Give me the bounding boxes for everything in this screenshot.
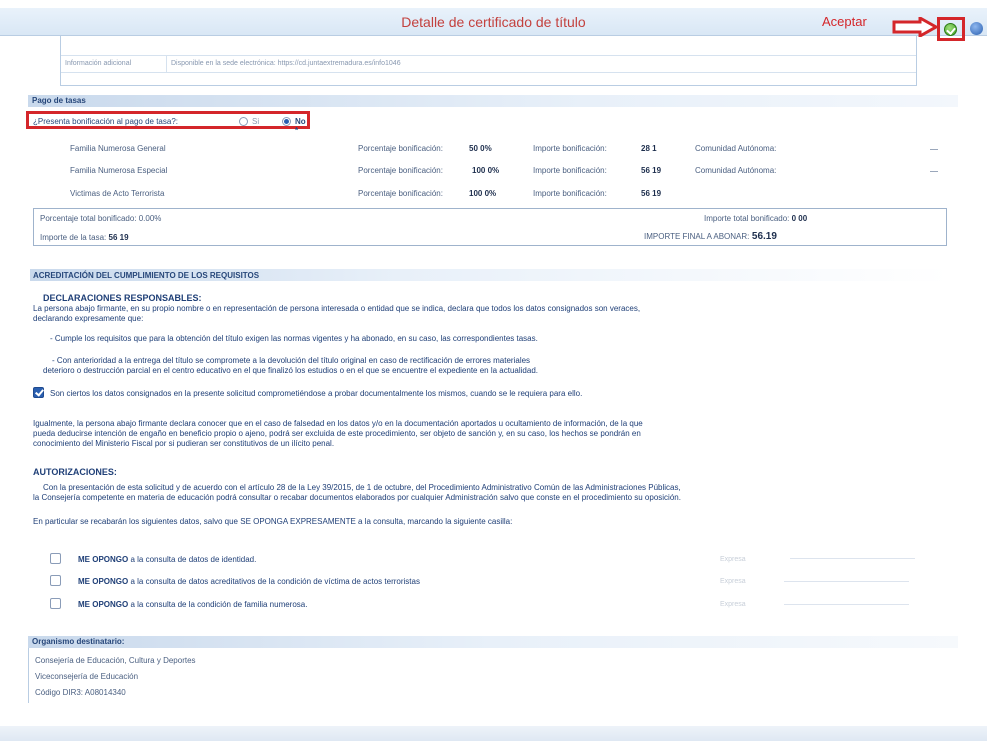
organismo-panel: Consejería de Educación, Cultura y Depor… [28,648,958,703]
imp-label: Importe bonificación: [533,144,607,153]
ca-dropdown-indicator[interactable] [930,171,938,172]
importe-total-value: 0 00 [791,214,808,223]
bonificacion-type-label: Victimas de Acto Terrorista [70,189,165,198]
importe-tasa-label: Importe de la tasa: 56 19 [40,233,129,242]
imp-label: Importe bonificación: [533,166,607,175]
pago-tasas-title: Pago de tasas [32,96,86,105]
organismo-dir3: Código DIR3: A08014340 [35,688,126,697]
declaraciones-intro-2: declarando expresamente que: [33,314,144,323]
oponer-prefix: ME OPONGO [78,555,129,564]
pct-value: 100 0% [472,166,500,175]
fecha-input[interactable] [784,593,909,605]
pct-value: 100 0% [469,189,497,198]
imp-value: 56 19 [641,166,662,175]
bonificacion-no-label: No * [295,117,306,135]
accept-button[interactable] [937,17,965,41]
importe-final-caption: IMPORTE FINAL A ABONAR: [644,232,750,241]
fecha-input[interactable] [784,570,909,582]
igualmente-text: pueda deducirse intención de engaño en b… [33,429,641,438]
acreditacion-title: ACREDITACIÓN DEL CUMPLIMIENTO DE LOS REQ… [33,271,260,280]
bonificacion-si-label: Si [252,117,260,126]
oponer-identidad-label: ME OPONGO a la consulta de datos de iden… [78,555,256,564]
pct-label: Porcentaje bonificación: [358,189,443,198]
ca-label: Comunidad Autónoma: [695,166,777,175]
additional-info-label: Información adicional [65,60,132,67]
declaracion-item-cont: deterioro o destrucción parcial en el ce… [43,366,538,375]
autorizaciones-text: En particular se recabarán los siguiente… [33,517,513,526]
organismo-consejeria: Consejería de Educación, Cultura y Depor… [35,656,196,665]
oponer-terrorismo-label: ME OPONGO a la consulta de datos acredit… [78,577,420,586]
organismo-viceconsejeria: Viceconsejería de Educación [35,672,139,681]
bonificacion-question-label: ¿Presenta bonificación al pago de tasa?: [33,117,178,126]
declaraciones-title: DECLARACIONES RESPONSABLES: [43,293,202,303]
oponer-familia-label: ME OPONGO a la consulta de la condición … [78,600,307,609]
pct-label: Porcentaje bonificación: [358,144,443,153]
fecha-label: Expresa [720,556,746,563]
totals-panel: Porcentaje total bonificado: 0.00% Impor… [33,208,947,246]
bonificacion-type-label: Familia Numerosa General [70,144,166,153]
additional-info-value: Disponible en la sede electrónica: https… [171,60,401,67]
declaraciones-intro: La persona abajo firmante, en su propio … [33,304,641,313]
igualmente-text: conocimiento del Ministerio Fiscal por s… [33,439,335,448]
check-circle-icon [944,23,957,36]
organismo-title: Organismo destinatario: [32,637,125,646]
bonificacion-no-radio[interactable] [282,117,291,126]
ca-label: Comunidad Autónoma: [695,144,777,153]
igualmente-text: Igualmente, la persona abajo firmante de… [33,419,643,428]
bonificacion-si-radio[interactable] [239,117,248,126]
importe-tasa-value: 56 19 [108,233,129,242]
divider [166,56,167,72]
oponer-text: a la consulta de la condición de familia… [130,600,308,609]
importe-tasa-caption: Importe de la tasa: [40,233,107,242]
ca-dropdown-indicator[interactable] [930,149,938,150]
additional-info-row: Información adicional Disponible en la s… [61,55,916,73]
bonificacion-type-label: Familia Numerosa Especial [70,166,168,175]
importe-total-caption: Importe total bonificado: [704,214,790,223]
title-bar: Detalle de certificado de título Aceptar [0,8,987,41]
declaracion-item: - Con anterioridad a la entrega del títu… [52,356,531,365]
organismo-header: Organismo destinatario: [28,636,958,648]
pct-label: Porcentaje bonificación: [358,166,443,175]
fecha-label: Expresa [720,601,746,608]
veracidad-checkbox[interactable] [33,387,44,398]
arrow-right-icon [892,17,938,37]
oponer-terrorismo-checkbox[interactable] [50,575,61,586]
veracidad-label: Son ciertos los datos consignados en la … [50,389,583,398]
bonificacion-row: Victimas de Acto Terrorista Porcentaje b… [70,189,950,203]
importe-final: IMPORTE FINAL A ABONAR: 56.19 [644,231,777,242]
oponer-prefix: ME OPONGO [78,577,129,586]
oponer-text: a la consulta de datos acreditativos de … [130,577,420,586]
footer-band [0,726,987,741]
imp-label: Importe bonificación: [533,189,607,198]
importe-total-label: Importe total bonificado: 0 00 [704,214,807,223]
oponer-text: a la consulta de datos de identidad. [130,555,257,564]
bonificacion-row: Familia Numerosa Especial Porcentaje bon… [70,166,950,180]
accept-annotation-label: Aceptar [822,14,867,29]
fecha-label: Expresa [720,578,746,585]
autorizaciones-text: la Consejería competente en materia de e… [33,493,681,502]
bonificacion-row: Familia Numerosa General Porcentaje boni… [70,144,950,158]
oponer-familia-checkbox[interactable] [50,598,61,609]
oponer-identidad-checkbox[interactable] [50,553,61,564]
help-circle-icon[interactable] [970,22,983,35]
autorizaciones-title: AUTORIZACIONES: [33,467,117,477]
page-caption [0,0,987,8]
imp-value: 28 1 [641,144,657,153]
pago-tasas-header: Pago de tasas [28,95,958,107]
autorizaciones-text: Con la presentación de esta solicitud y … [43,483,681,492]
pct-value: 50 0% [469,144,492,153]
importe-final-value: 56.19 [751,231,777,242]
declaracion-item: - Cumple los requisitos que para la obte… [50,334,538,343]
fecha-input[interactable] [790,547,915,559]
pct-total-label: Porcentaje total bonificado: 0.00% [40,214,162,223]
additional-info-panel: Información adicional Disponible en la s… [60,36,917,86]
bonificacion-question: ¿Presenta bonificación al pago de tasa?:… [26,111,310,135]
imp-value: 56 19 [641,189,662,198]
oponer-prefix: ME OPONGO [78,600,129,609]
